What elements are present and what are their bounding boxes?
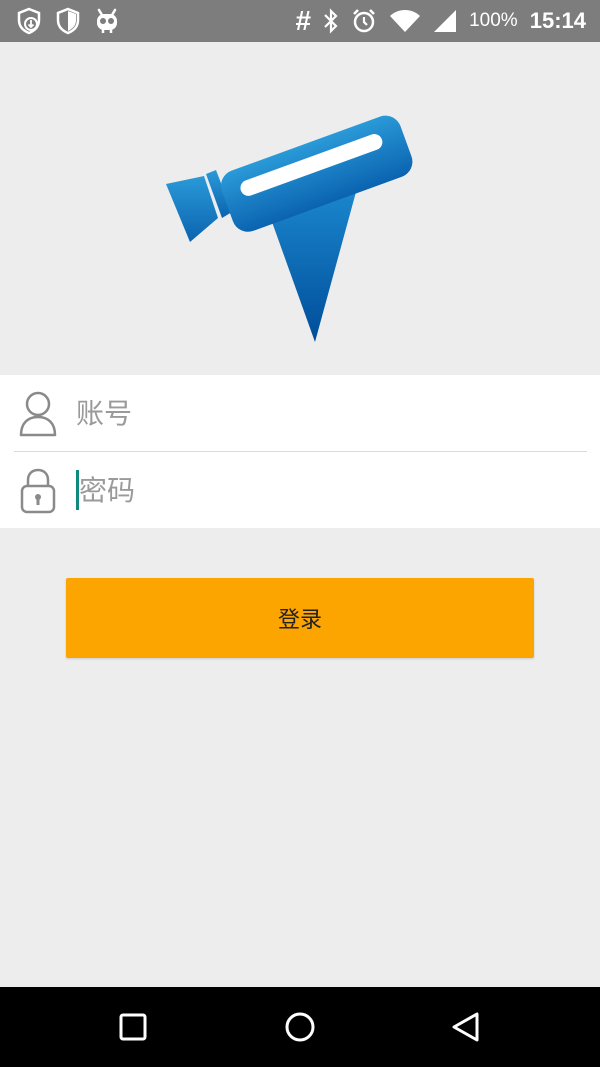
back-icon[interactable] <box>444 1005 488 1049</box>
navigation-bar <box>0 987 600 1067</box>
login-button[interactable]: 登录 <box>66 578 534 658</box>
hash-icon: # <box>295 5 312 36</box>
password-row <box>0 452 600 528</box>
account-row <box>0 375 600 451</box>
wifi-icon <box>389 9 421 33</box>
account-input[interactable] <box>76 387 576 439</box>
recent-apps-icon[interactable] <box>111 1005 155 1049</box>
clock-time: 15:14 <box>529 8 586 33</box>
battery-percent: 100% <box>469 10 518 31</box>
bluetooth-icon <box>323 8 339 34</box>
user-icon <box>18 389 58 437</box>
shield-icon <box>56 7 80 35</box>
alarm-icon <box>351 8 377 34</box>
android-robot-icon <box>94 7 120 35</box>
login-form <box>0 375 600 528</box>
signal-icon <box>433 9 457 33</box>
logo-area <box>0 42 600 375</box>
lock-icon <box>18 466 58 514</box>
telescope-logo-icon <box>160 84 420 348</box>
status-bar: # 100% 15:14 <box>0 0 600 42</box>
password-input[interactable] <box>76 470 579 510</box>
shield-download-icon <box>16 7 42 35</box>
home-icon[interactable] <box>278 1005 322 1049</box>
